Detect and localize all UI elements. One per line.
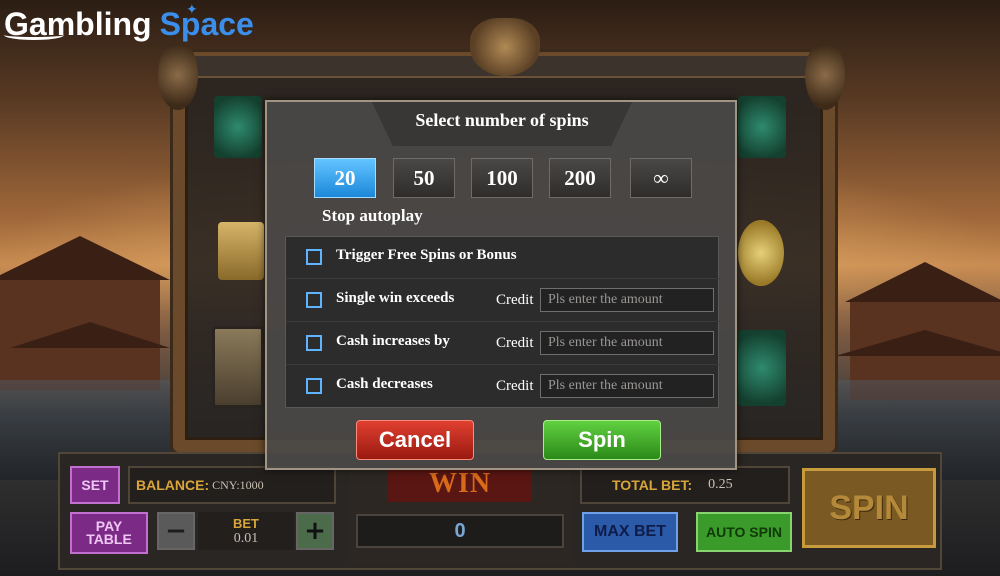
- game-background: SET BALANCE: CNY:1000 PAY TABLE − BET 0.…: [0, 0, 1000, 576]
- win-value: 0: [356, 514, 564, 548]
- reel-symbol-scroll: [218, 222, 264, 280]
- reel-symbol-vessel: [738, 330, 786, 406]
- crest-ornament: [470, 18, 540, 76]
- bet-display: BET 0.01: [198, 512, 294, 550]
- bet-value: 0.01: [233, 530, 259, 546]
- cancel-button[interactable]: Cancel: [356, 420, 474, 460]
- option-row-cash-decrease: Cash decreases Credit Pls enter the amou…: [286, 366, 720, 408]
- total-bet-display: TOTAL BET: 0.25: [580, 466, 790, 504]
- spin-count-50-button[interactable]: 50: [393, 158, 455, 198]
- autoplay-dialog: Select number of spins 20 50 100 200 ∞ S…: [265, 100, 737, 470]
- auto-spin-button[interactable]: AUTO SPIN: [696, 512, 792, 552]
- cash-increase-checkbox[interactable]: [306, 335, 322, 351]
- logo-star-icon: ✦: [186, 2, 198, 18]
- single-win-label: Single win exceeds: [336, 290, 455, 306]
- spin-count-infinite-button[interactable]: ∞: [630, 158, 692, 198]
- single-win-amount-input[interactable]: Pls enter the amount: [540, 288, 714, 312]
- trigger-bonus-checkbox[interactable]: [306, 249, 322, 265]
- option-row-cash-increase: Cash increases by Credit Pls enter the a…: [286, 323, 720, 365]
- single-win-checkbox[interactable]: [306, 292, 322, 308]
- bet-increase-button[interactable]: +: [296, 512, 334, 550]
- dialog-title: Select number of spins: [415, 110, 589, 130]
- dragon-ornament-right: [805, 40, 845, 110]
- reel-symbol-jade: [738, 220, 784, 286]
- stop-options-panel: Trigger Free Spins or Bonus Single win e…: [285, 236, 720, 408]
- trigger-bonus-label: Trigger Free Spins or Bonus: [336, 247, 517, 263]
- balance-label: BALANCE:: [136, 477, 210, 493]
- win-banner: WIN: [388, 466, 532, 502]
- option-row-trigger-bonus: Trigger Free Spins or Bonus: [286, 237, 720, 279]
- total-bet-label: TOTAL BET:: [612, 477, 693, 493]
- max-bet-button[interactable]: MAX BET: [582, 512, 678, 552]
- cash-decrease-credit-label: Credit: [496, 378, 534, 394]
- cash-increase-credit-label: Credit: [496, 335, 534, 351]
- cash-decrease-amount-input[interactable]: Pls enter the amount: [540, 374, 714, 398]
- spin-button[interactable]: Spin: [543, 420, 661, 460]
- cash-increase-amount-input[interactable]: Pls enter the amount: [540, 331, 714, 355]
- cash-decrease-label: Cash decreases: [336, 376, 433, 392]
- bet-decrease-button[interactable]: −: [157, 512, 195, 550]
- total-bet-value: 0.25: [708, 477, 733, 492]
- spin-count-20-button[interactable]: 20: [314, 158, 376, 198]
- stop-autoplay-label: Stop autoplay: [322, 206, 423, 225]
- temple-right-roof: [845, 262, 1000, 302]
- temple-left-roof-lower: [10, 322, 170, 348]
- balance-value: CNY:1000: [212, 477, 264, 492]
- paytable-label-line2: TABLE: [86, 531, 132, 547]
- balance-display: BALANCE: CNY:1000: [128, 466, 336, 504]
- main-spin-button[interactable]: SPIN: [802, 468, 936, 548]
- bet-label: BET: [233, 515, 259, 531]
- cash-decrease-checkbox[interactable]: [306, 378, 322, 394]
- set-button[interactable]: SET: [70, 466, 120, 504]
- gambling-space-logo: Gambling Space ✦: [4, 2, 254, 44]
- single-win-credit-label: Credit: [496, 292, 534, 308]
- reel-symbol-painting: [212, 326, 264, 408]
- reel-symbol-vessel: [738, 96, 786, 158]
- reel-symbol-vessel: [214, 96, 262, 158]
- spin-count-200-button[interactable]: 200: [549, 158, 611, 198]
- temple-right-roof-lower: [835, 330, 1000, 356]
- spin-count-100-button[interactable]: 100: [471, 158, 533, 198]
- temple-left-roof: [0, 236, 170, 280]
- logo-swoosh: [4, 30, 64, 40]
- option-row-single-win: Single win exceeds Credit Pls enter the …: [286, 280, 720, 322]
- logo-text-part2: Space: [159, 5, 254, 42]
- cash-increase-label: Cash increases by: [336, 333, 450, 349]
- dragon-ornament-left: [158, 40, 198, 110]
- paytable-button[interactable]: PAY TABLE: [70, 512, 148, 554]
